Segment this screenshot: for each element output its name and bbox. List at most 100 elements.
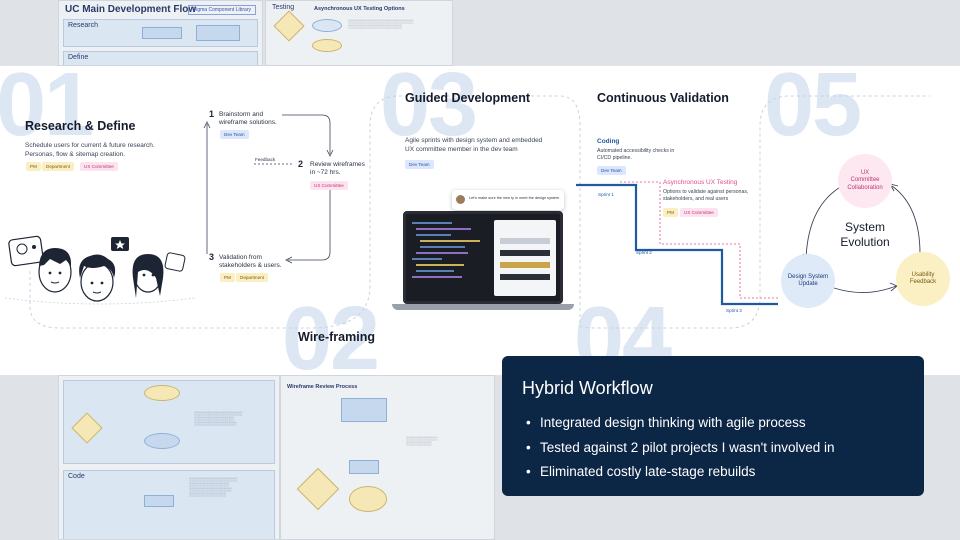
hybrid-workflow-card: Hybrid Workflow Integrated design thinki… [502,356,924,496]
review-title: Wireframe Review Process [287,384,358,390]
step-1-text: Brainstorm and wireframe solutions. [219,111,277,127]
hybrid-workflow-title: Hybrid Workflow [522,378,653,398]
lane-label: Define [68,54,89,61]
step-2-line2: in ~72 hrs. [310,169,341,176]
code-line [416,252,468,254]
code-line [416,270,454,272]
flow-diamond [296,467,340,511]
development-desc-line1: Agile sprints with design system and emb… [405,137,543,144]
evolution-title-line1: System [844,220,885,234]
code-line [416,234,451,236]
node-line: Collaboration [847,184,883,191]
testing-desc-line1: Options to validate against personas, [663,189,749,195]
flow-notes: ░░░░░░░░░░░ ░░░░░░░░░ [406,436,438,446]
tag-dev-team: Dev Team [220,130,249,139]
node-line: UX [860,169,870,176]
flow-diamond [273,10,305,42]
swatch-row [500,238,550,244]
code-line [412,222,452,224]
chat-message: Let's make sure the new ty in meet the d… [469,196,560,200]
list-item: Eliminated costly late-stage rebuilds [522,460,904,485]
swatch-row [500,274,550,280]
tag-pm: PM [220,273,235,282]
flow-box [349,460,379,474]
flow-box [142,27,182,39]
testing-title: Asynchronous UX Testing Options [314,6,405,12]
list-item: Integrated design thinking with agile pr… [522,411,904,436]
tag-dev-team: Dev Team [597,166,626,175]
node-line: Committee [850,177,880,184]
workflow-canvas: 01 02 03 04 05 Research & Define Schedul… [0,66,960,375]
swatch-row [500,262,550,268]
guided-development-title: Guided Development [405,91,531,105]
async-testing-title: Asynchronous UX Testing [663,179,738,186]
system-evolution-title: System Evolution [836,220,894,250]
flow-diamond [71,412,103,444]
sprint-1-label: Sprint 1 [598,192,614,197]
flow-oval [144,385,180,401]
laptop-screen [403,211,563,304]
lane-label: Research [68,22,98,29]
step-2-line1: Review wireframes [310,161,365,168]
design-system-panel [494,220,556,296]
coding-description: Automated accessibility checks in CI/CD … [597,148,707,162]
laptop-base [392,304,574,310]
node-line: Design System [787,273,829,280]
lane-research: Research [63,19,258,47]
step-3-line1: Validation from [219,254,262,261]
lane-label: Code [68,473,85,480]
ux-committee-collaboration-node: UX Committee Collaboration [838,154,892,208]
tag-pm: PM [663,208,678,217]
tag-ux-committee: UX Committee [680,208,718,217]
code-line [412,276,462,278]
development-desc-line2: UX committee member in the dev team [405,145,518,153]
flow-notes: ░░░░░░░░░░░░░░░░░░░░░░░░░░░░░░░░░░░░░░░░… [194,411,243,426]
feedback-label: Feedback [255,157,276,162]
flow-oval [312,19,342,32]
flow-notes: ░░░░░░░░░░░░░░░░░░░░░░░░░░░░░░░░░░░░░░░░… [189,477,238,497]
usability-feedback-node: Usability Feedback [896,252,950,306]
flow-box [144,495,174,507]
testing-desc-line2: stakeholders, and real users [663,196,729,202]
tag-ux-committee: UX Committee [310,181,348,190]
list-item: Tested against 2 pilot projects I wasn't… [522,436,904,461]
step-number-3: 3 [209,252,215,262]
coding-title: Coding [597,138,620,145]
background-flow-doc-top: UC Main Development Flow Figma Component… [58,0,263,66]
background-review-doc: Wireframe Review Process ░░░░░░░░░░░ ░░░░… [280,375,495,540]
user-research-illustration [4,235,196,305]
node-line: Usability [911,271,935,278]
flow-oval [144,433,180,449]
flow-notes: ░░░░░░░░░░░░░░░░░░░░░░░░░░░░░░░░░░░░░░░░… [348,19,414,29]
step-3-text: Validation from stakeholders & users. [219,254,282,270]
step-2-text: Review wireframes in ~72 hrs. [310,161,365,177]
node-line: Update [798,281,818,287]
lane-define: Define [63,51,258,65]
tag-department: Department [236,273,269,282]
component-library-link[interactable]: Figma Component Library [188,5,256,15]
tag-dev-team: Dev Team [405,160,434,169]
flow-box [196,25,240,41]
coding-desc-line2: CI/CD pipeline. [597,155,632,161]
code-line [412,258,442,260]
design-system-update-node: Design System Update [781,254,835,308]
flow-oval [349,486,387,512]
code-line [416,264,464,266]
lane-wireframe: ░░░░░░░░░░░░░░░░░ ░░░░░░░░░░░░░░ ░░░░░░░░░… [63,380,275,464]
testing-label: Testing [272,4,295,11]
sprint-3-label: Sprint 3 [726,308,742,313]
background-testing-doc: Testing Asynchronous UX Testing Options … [265,0,453,66]
step-3-line2: stakeholders & users. [219,262,282,269]
code-line [420,240,480,242]
coding-desc-line1: Automated accessibility checks in [597,148,675,154]
async-testing-description: Options to validate against personas, st… [663,189,773,203]
avatar [456,195,465,204]
step-number-1: 1 [209,109,215,119]
swatch-row [500,250,550,256]
code-line [420,246,465,248]
continuous-validation-title: Continuous Validation [597,91,729,105]
code-line [416,228,471,230]
wireframing-title: Wire-framing [298,330,375,344]
step-number-2: 2 [298,159,304,169]
lane-code: Code ░░░░░░░░░░░░░░░░░ ░░░░░░░░░░░░░░ ░░░░… [63,470,275,539]
